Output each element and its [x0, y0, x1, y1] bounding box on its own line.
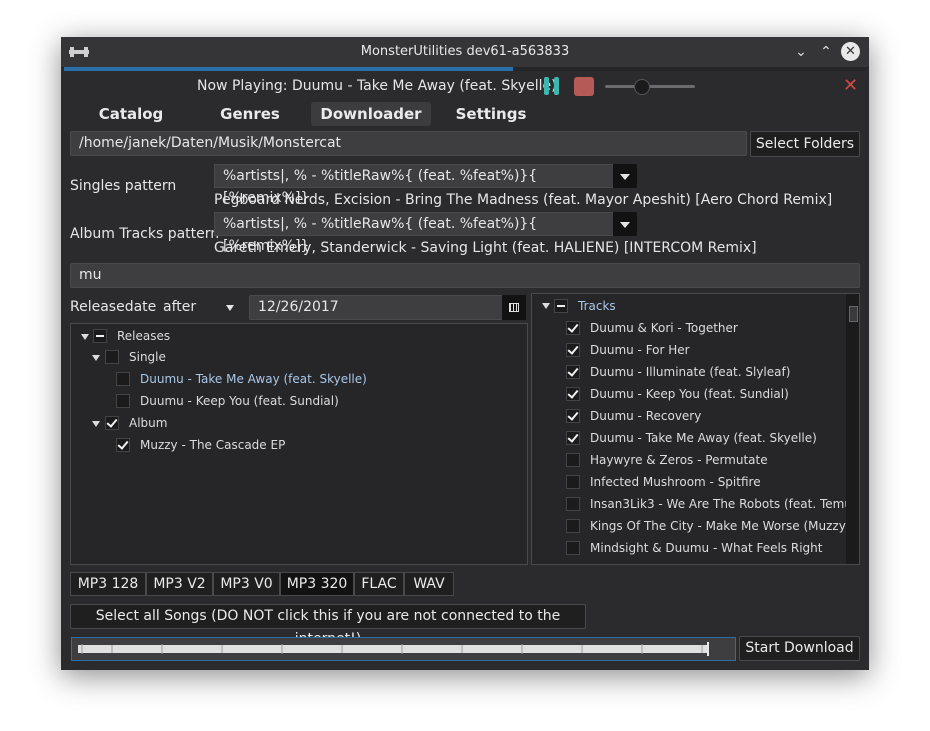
pause-icon[interactable] [544, 77, 560, 95]
format-mp3-v0-button[interactable]: MP3 V0 [213, 572, 280, 596]
progress-bar [64, 67, 866, 71]
stop-icon[interactable] [574, 77, 594, 96]
release-checkbox[interactable] [116, 394, 130, 408]
tracks-scrollbar-thumb[interactable] [849, 306, 858, 322]
singles-pattern-dropdown-icon[interactable] [613, 164, 637, 188]
track-checkbox[interactable] [566, 387, 580, 401]
volume-slider[interactable] [605, 85, 695, 88]
releases-checkbox[interactable] [93, 329, 107, 343]
track-item[interactable]: Duumu - Illuminate (feat. Slyleaf) [590, 363, 790, 381]
release-item[interactable]: Duumu - Take Me Away (feat. Skyelle) [140, 370, 367, 388]
tracks-tree[interactable]: Tracks Duumu & Kori - Together Duumu - Fo… [531, 293, 860, 565]
download-path-field[interactable]: /home/janek/Daten/Musik/Monstercat [70, 131, 747, 156]
calendar-icon[interactable] [502, 295, 526, 320]
track-checkbox[interactable] [566, 409, 580, 423]
track-item[interactable]: Haywyre & Zeros - Permutate [590, 451, 768, 469]
track-checkbox[interactable] [566, 453, 580, 467]
releasedate-mode-chevron-icon[interactable] [226, 305, 234, 311]
tab-catalog[interactable]: Catalog [89, 102, 173, 126]
tracks-scrollbar[interactable] [846, 294, 859, 564]
releases-node-label: Releases [117, 329, 171, 343]
track-checkbox[interactable] [566, 321, 580, 335]
album-pattern-combo[interactable]: %artists|, % - %titleRaw%{ (feat. %feat%… [214, 212, 614, 254]
expand-icon[interactable] [92, 421, 100, 427]
maximize-chevron-icon[interactable]: ⌃ [816, 42, 836, 62]
search-input[interactable]: mu [70, 263, 860, 288]
single-checkbox[interactable] [105, 350, 119, 364]
track-item[interactable]: Duumu - Recovery [590, 407, 701, 425]
app-window: MonsterUtilities dev61-a563833 ⌄ ⌃ ✕ Now… [61, 37, 869, 670]
releases-tree[interactable]: Releases Single Duumu - Take Me Away (fe… [70, 323, 528, 565]
progress-fill [64, 67, 514, 71]
tracks-node-label: Tracks [578, 299, 616, 313]
track-checkbox[interactable] [566, 343, 580, 357]
track-checkbox[interactable] [566, 519, 580, 533]
track-item[interactable]: Infected Mushroom - Spitfire [590, 473, 761, 491]
single-node-label: Single [129, 350, 166, 364]
download-progress-waveform [71, 637, 736, 661]
window-title: MonsterUtilities dev61-a563833 [360, 44, 570, 59]
format-wav-button[interactable]: WAV [404, 572, 454, 596]
expand-icon[interactable] [542, 303, 550, 309]
title-bar[interactable]: MonsterUtilities dev61-a563833 ⌄ ⌃ ✕ [61, 37, 869, 68]
format-mp3-v2-button[interactable]: MP3 V2 [146, 572, 213, 596]
waveform-graphic [78, 642, 709, 656]
select-folders-button[interactable]: Select Folders [750, 131, 860, 157]
singles-pattern-combo[interactable]: %artists|, % - %titleRaw%{ (feat. %feat%… [214, 164, 614, 206]
format-mp3-320-button[interactable]: MP3 320 [280, 572, 354, 596]
start-download-button[interactable]: Start Download [739, 636, 860, 661]
tracks-checkbox[interactable] [554, 299, 568, 313]
track-item[interactable]: Duumu - Take Me Away (feat. Skyelle) [590, 429, 817, 447]
volume-slider-handle[interactable] [634, 79, 650, 95]
track-item[interactable]: Duumu - For Her [590, 341, 690, 359]
release-checkbox[interactable] [116, 372, 130, 386]
track-item[interactable]: Duumu & Kori - Together [590, 319, 738, 337]
track-checkbox[interactable] [566, 497, 580, 511]
format-flac-button[interactable]: FLAC [354, 572, 404, 596]
releasedate-mode-select[interactable]: after [163, 299, 196, 315]
now-playing-text: Now Playing: Duumu - Take Me Away (feat.… [197, 78, 557, 94]
release-checkbox[interactable] [116, 438, 130, 452]
close-window-icon[interactable]: ✕ [841, 42, 860, 61]
album-node-label: Album [129, 416, 168, 430]
format-mp3-128-button[interactable]: MP3 128 [70, 572, 146, 596]
singles-pattern-preview: Pegboard Nerds, Excision - Bring The Mad… [214, 192, 833, 208]
track-item[interactable]: Duumu - Keep You (feat. Sundial) [590, 385, 789, 403]
tab-genres[interactable]: Genres [208, 102, 292, 126]
close-player-icon[interactable]: ✕ [843, 75, 858, 96]
track-checkbox[interactable] [566, 365, 580, 379]
singles-pattern-label: Singles pattern [70, 178, 177, 194]
release-item[interactable]: Duumu - Keep You (feat. Sundial) [140, 392, 339, 410]
album-pattern-dropdown-icon[interactable] [613, 212, 637, 236]
track-item[interactable]: Insan3Lik3 - We Are The Robots (feat. Te… [590, 495, 857, 513]
track-checkbox[interactable] [566, 475, 580, 489]
expand-icon[interactable] [81, 334, 89, 340]
tab-settings[interactable]: Settings [449, 102, 533, 126]
tab-downloader[interactable]: Downloader [311, 102, 431, 126]
select-all-songs-button[interactable]: Select all Songs (DO NOT click this if y… [70, 604, 586, 647]
track-checkbox[interactable] [566, 431, 580, 445]
releasedate-date-field[interactable]: 12/26/2017 [249, 295, 503, 320]
expand-icon[interactable] [92, 355, 100, 361]
track-item[interactable]: Kings Of The City - Make Me Worse (Muzzy… [590, 517, 859, 535]
album-pattern-preview: Gareth Emery, Standerwick - Saving Light… [214, 240, 757, 256]
track-item[interactable]: Mindsight & Duumu - What Feels Right [590, 539, 822, 557]
minimize-chevron-icon[interactable]: ⌄ [791, 42, 811, 62]
release-item[interactable]: Muzzy - The Cascade EP [140, 436, 285, 454]
releasedate-label: Releasedate [70, 299, 157, 315]
track-checkbox[interactable] [566, 541, 580, 555]
album-pattern-label: Album Tracks pattern [70, 226, 220, 242]
album-checkbox[interactable] [105, 416, 119, 430]
